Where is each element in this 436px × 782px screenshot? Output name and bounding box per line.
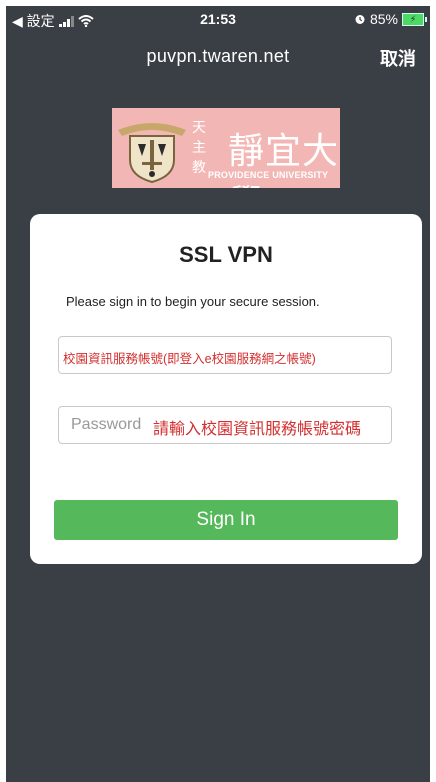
page-url-title: puvpn.twaren.net xyxy=(146,46,290,66)
login-card: SSL VPN Please sign in to begin your sec… xyxy=(30,214,422,564)
status-bar: ◀ 設定 21:53 85% ⚡ xyxy=(6,6,430,34)
cancel-button[interactable]: 取消 xyxy=(380,45,416,71)
username-value: 校園資訊服務帳號(即登入e校園服務網之帳號) xyxy=(63,352,316,366)
vpn-login-screen: ◀ 設定 21:53 85% ⚡ puvpn.twaren.net 取消 天主教… xyxy=(6,6,430,782)
battery-charging-icon: ⚡ xyxy=(402,12,427,26)
login-intro-text: Please sign in to begin your secure sess… xyxy=(66,294,320,309)
password-field[interactable]: Password 請輸入校園資訊服務帳號密碼 xyxy=(58,406,392,444)
sign-in-button[interactable]: Sign In xyxy=(54,500,398,540)
logo-vertical-text: 天主教 xyxy=(192,120,206,176)
username-field[interactable]: 校園資訊服務帳號(即登入e校園服務網之帳號) xyxy=(58,336,392,374)
university-crest-icon xyxy=(118,123,186,184)
battery-percent: 85% xyxy=(369,11,398,27)
university-logo: 天主教 靜宜大學 PROVIDENCE UNIVERSITY xyxy=(112,108,340,188)
login-title: SSL VPN xyxy=(179,242,273,267)
alarm-icon xyxy=(355,15,365,24)
password-placeholder: Password xyxy=(71,416,142,433)
password-hint-overlay: 請輸入校園資訊服務帳號密碼 xyxy=(151,415,362,439)
navigation-bar: puvpn.twaren.net 取消 xyxy=(6,34,430,78)
logo-subtitle: PROVIDENCE UNIVERSITY xyxy=(208,170,329,180)
